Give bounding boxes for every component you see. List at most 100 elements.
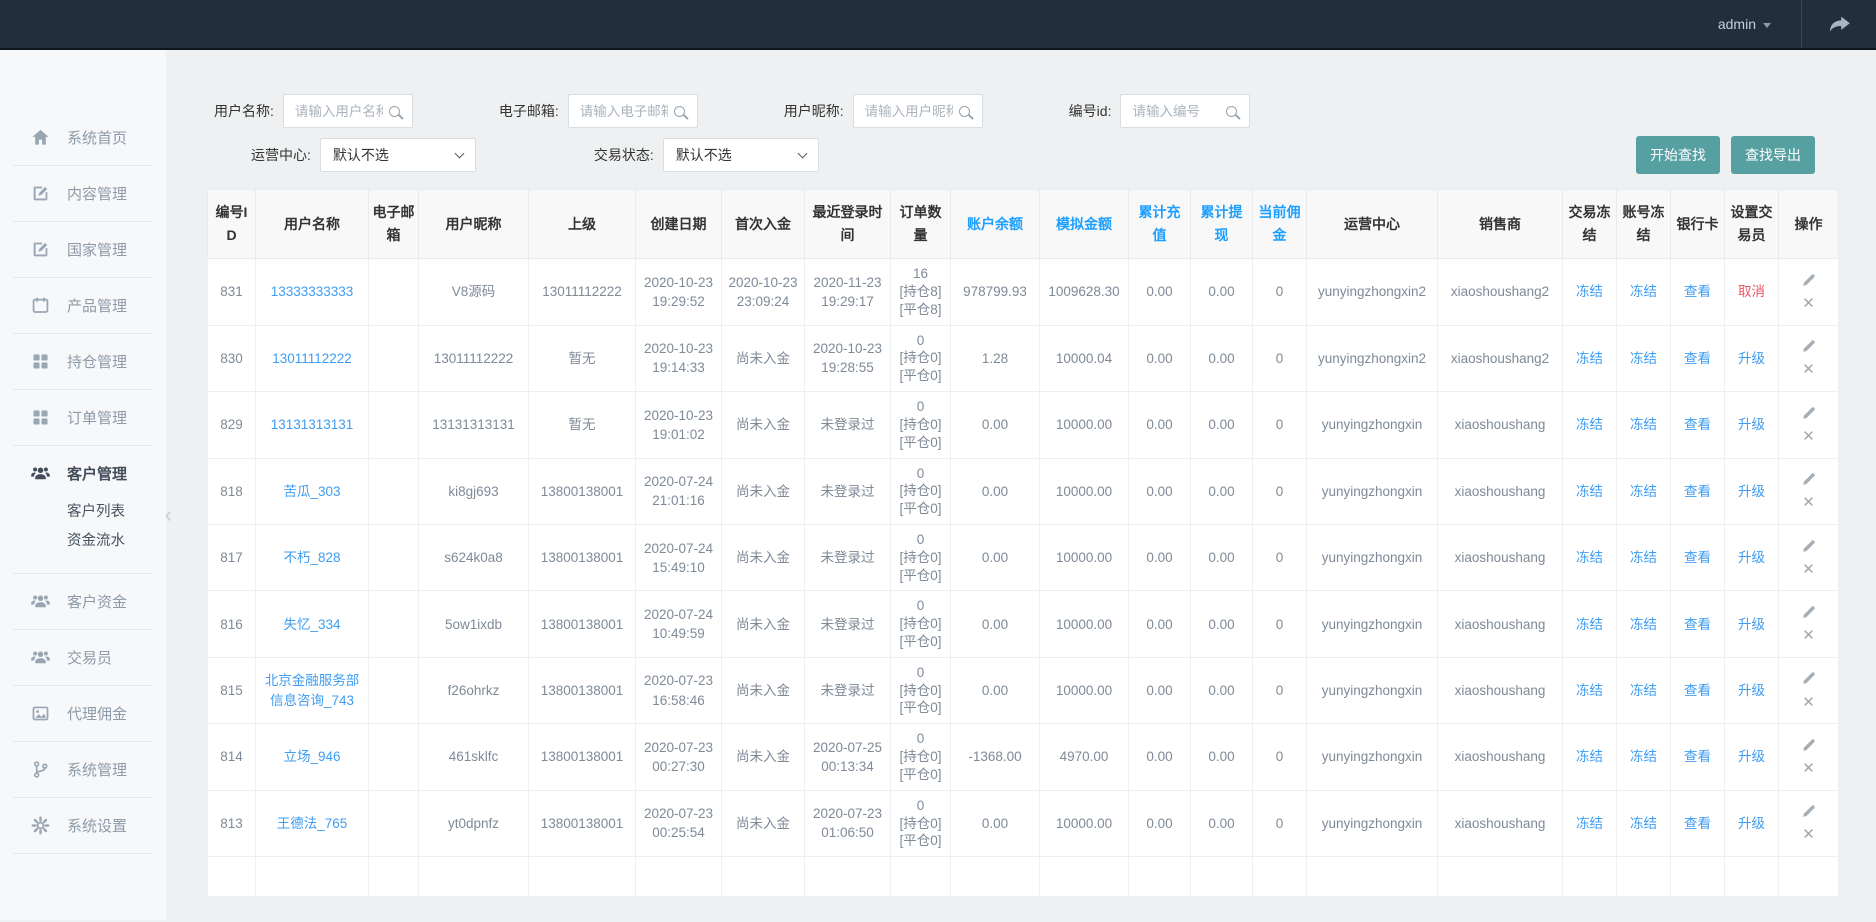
account-freeze-link[interactable]: 冻结 [1630,683,1657,698]
bank-card-view-link[interactable]: 查看 [1684,816,1711,831]
bank-card-view-link[interactable]: 查看 [1684,617,1711,632]
column-header[interactable]: 模拟金额 [1040,190,1129,259]
account-freeze-link[interactable]: 冻结 [1630,484,1657,499]
trader-action-link[interactable]: 取消 [1738,284,1765,299]
username-link[interactable]: 13131313131 [271,417,354,432]
trade-freeze-link[interactable]: 冻结 [1576,816,1603,831]
start-search-button[interactable]: 开始查找 [1636,136,1720,174]
search-export-button[interactable]: 查找导出 [1731,136,1815,174]
edit-pencil-icon[interactable] [1801,738,1816,758]
trader-action-link[interactable]: 升级 [1738,749,1765,764]
sidebar-subitem[interactable]: 客户列表 [67,498,153,527]
admin-dropdown[interactable]: admin [1688,0,1801,48]
edit-pencil-icon[interactable] [1801,406,1816,426]
trade-freeze-link[interactable]: 冻结 [1576,749,1603,764]
bank-card-view-link[interactable]: 查看 [1684,284,1711,299]
sidebar-item[interactable]: 交易员 [30,647,153,668]
sidebar-item[interactable]: 内容管理 [30,183,153,204]
username-link[interactable]: 13011112222 [272,351,352,366]
delete-x-icon[interactable]: ✕ [1802,495,1815,510]
edit-pencil-icon[interactable] [1801,605,1816,625]
edit-pencil-icon[interactable] [1801,671,1816,691]
delete-x-icon[interactable]: ✕ [1802,429,1815,444]
trade-freeze-link[interactable]: 冻结 [1576,484,1603,499]
account-freeze-link[interactable]: 冻结 [1630,284,1657,299]
bank-card-view-link[interactable]: 查看 [1684,749,1711,764]
sidebar-item[interactable]: 订单管理 [30,407,153,428]
bank-card-view-link[interactable]: 查看 [1684,484,1711,499]
edit-pencil-icon[interactable] [1801,339,1816,359]
edit-pencil-icon[interactable] [1801,472,1816,492]
sidebar-item[interactable]: 代理佣金 [30,703,153,724]
column-header[interactable]: 账户余额 [951,190,1040,259]
sidebar-item[interactable]: 产品管理 [30,295,153,316]
logout-button[interactable] [1802,0,1876,48]
bank-card-view-link[interactable]: 查看 [1684,683,1711,698]
nickname-filter[interactable] [863,103,955,120]
edit-pencil-icon[interactable] [1801,539,1816,559]
trade-freeze-link[interactable]: 冻结 [1576,417,1603,432]
bank-card-view-link[interactable]: 查看 [1684,550,1711,565]
account-freeze-link[interactable]: 冻结 [1630,417,1657,432]
sidebar-item[interactable]: 客户资金 [30,591,153,612]
delete-x-icon[interactable]: ✕ [1802,695,1815,710]
account-freeze-link[interactable]: 冻结 [1630,749,1657,764]
column-header[interactable]: 累计充值 [1129,190,1191,259]
username-link[interactable]: 王德法_765 [277,816,348,831]
cell-first-deposit: 尚未入金 [722,591,805,657]
trader-action-link[interactable]: 升级 [1738,484,1765,499]
email-filter[interactable] [578,103,670,120]
cell-operation-center: yunyingzhongxin [1307,392,1438,458]
trader-action-link[interactable]: 升级 [1738,683,1765,698]
id-filter[interactable] [1130,103,1222,120]
sidebar-item[interactable]: 系统首页 [30,127,153,148]
username-link[interactable]: 13333333333 [271,284,354,299]
account-freeze-link[interactable]: 冻结 [1630,816,1657,831]
column-header: 用户名称 [256,190,369,259]
sidebar-item[interactable]: 客户管理 [30,463,153,484]
sidebar-item[interactable]: 系统管理 [30,759,153,780]
cell-id: 816 [208,591,256,657]
delete-x-icon[interactable]: ✕ [1802,761,1815,776]
chevron-down-icon [1763,23,1771,28]
username-link[interactable]: 北京金融服务部信息咨询_743 [265,673,360,707]
trade-freeze-link[interactable]: 冻结 [1576,617,1603,632]
account-freeze-link[interactable]: 冻结 [1630,617,1657,632]
trader-action-link[interactable]: 升级 [1738,417,1765,432]
column-header[interactable]: 当前佣金 [1253,190,1307,259]
delete-x-icon[interactable]: ✕ [1802,362,1815,377]
username-link[interactable]: 苦瓜_303 [283,484,340,499]
trader-action-link[interactable]: 升级 [1738,617,1765,632]
delete-x-icon[interactable]: ✕ [1802,827,1815,842]
sidebar-item[interactable]: 国家管理 [30,239,153,260]
username-link[interactable]: 失忆_334 [283,617,340,632]
column-header[interactable]: 累计提现 [1191,190,1253,259]
bank-card-view-link[interactable]: 查看 [1684,351,1711,366]
trade-freeze-link[interactable]: 冻结 [1576,351,1603,366]
delete-x-icon[interactable]: ✕ [1802,628,1815,643]
sidebar-item[interactable]: 持仓管理 [30,351,153,372]
account-freeze-link[interactable]: 冻结 [1630,550,1657,565]
delete-x-icon[interactable]: ✕ [1802,562,1815,577]
trade-freeze-link[interactable]: 冻结 [1576,284,1603,299]
trade-freeze-link[interactable]: 冻结 [1576,550,1603,565]
delete-x-icon[interactable]: ✕ [1802,296,1815,311]
username-filter[interactable] [293,103,385,120]
account-freeze-link[interactable]: 冻结 [1630,351,1657,366]
cell-commission: 0 [1253,790,1307,856]
edit-pencil-icon[interactable] [1801,804,1816,824]
sidebar-subitem[interactable]: 资金流水 [67,527,153,556]
trader-action-link[interactable]: 升级 [1738,816,1765,831]
trade-status-select[interactable]: 默认不选 [663,138,819,172]
username-link[interactable]: 立场_946 [283,749,340,764]
trader-action-link[interactable]: 升级 [1738,550,1765,565]
bank-card-view-link[interactable]: 查看 [1684,417,1711,432]
edit-pencil-icon[interactable] [1801,273,1816,293]
trader-action-link[interactable]: 升级 [1738,351,1765,366]
operation-center-select[interactable]: 默认不选 [320,138,476,172]
username-link[interactable]: 不朽_828 [283,550,340,565]
sidebar-item[interactable]: 系统设置 [30,815,153,836]
filter-label: 用户昵称: [784,101,844,121]
trade-freeze-link[interactable]: 冻结 [1576,683,1603,698]
cell-first-deposit: 尚未入金 [722,724,805,790]
